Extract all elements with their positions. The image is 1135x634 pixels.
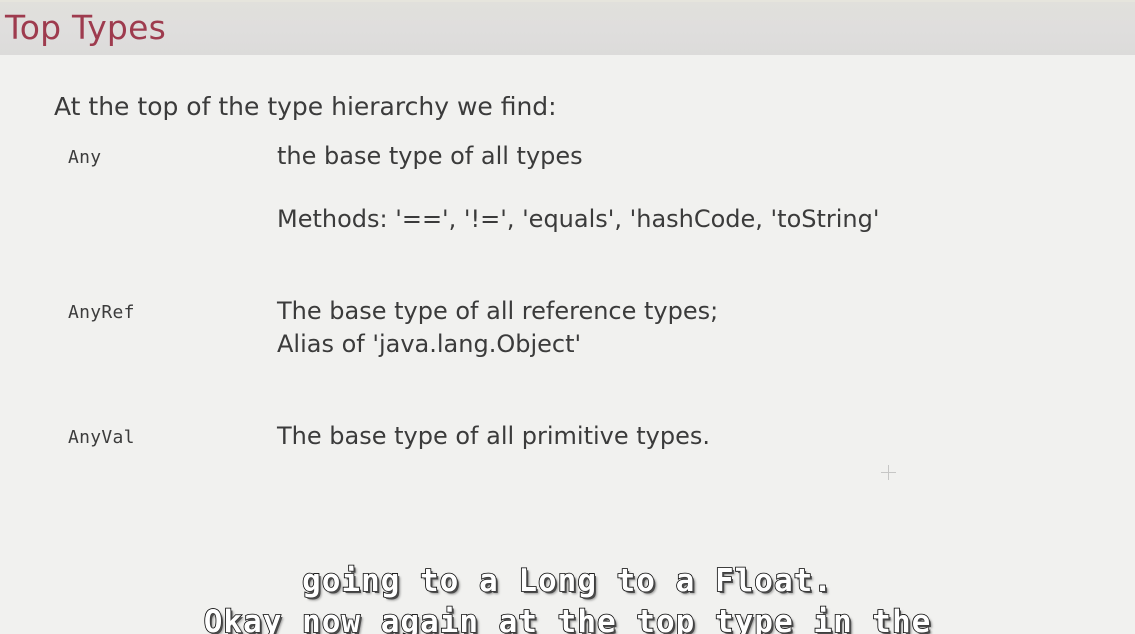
type-name-anyval: AnyVal <box>68 427 135 448</box>
type-description-line: the base type of all types <box>277 142 583 170</box>
intro-text: At the top of the type hierarchy we find… <box>54 92 557 121</box>
subtitle-line-2: Okay now again at the top type in the <box>203 603 932 634</box>
type-description-anyref: The base type of all reference types; Al… <box>277 295 1077 361</box>
subtitle-line-1: going to a Long to a Float. <box>301 562 833 600</box>
subtitle-overlay: going to a Long to a Float. Okay now aga… <box>0 561 1135 634</box>
type-description-anyval: The base type of all primitive types. <box>277 420 1077 453</box>
type-alias-line: Alias of 'java.lang.Object' <box>277 330 582 358</box>
presentation-slide: Top Types At the top of the type hierarc… <box>0 0 1135 634</box>
page-title: Top Types <box>5 8 166 47</box>
crosshair-cursor-icon <box>881 465 896 480</box>
type-name-anyref: AnyRef <box>68 302 135 323</box>
slide-content-area: At the top of the type hierarchy we find… <box>0 55 1135 634</box>
header-top-hairline <box>0 0 1135 2</box>
type-description-any: the base type of all types Methods: '=='… <box>277 140 1077 236</box>
type-description-line: The base type of all primitive types. <box>277 422 711 450</box>
slide-header-bar: Top Types <box>0 0 1135 55</box>
type-name-any: Any <box>68 147 102 168</box>
type-description-line: The base type of all reference types; <box>277 297 719 325</box>
type-methods-line: Methods: '==', '!=', 'equals', 'hashCode… <box>277 205 880 233</box>
